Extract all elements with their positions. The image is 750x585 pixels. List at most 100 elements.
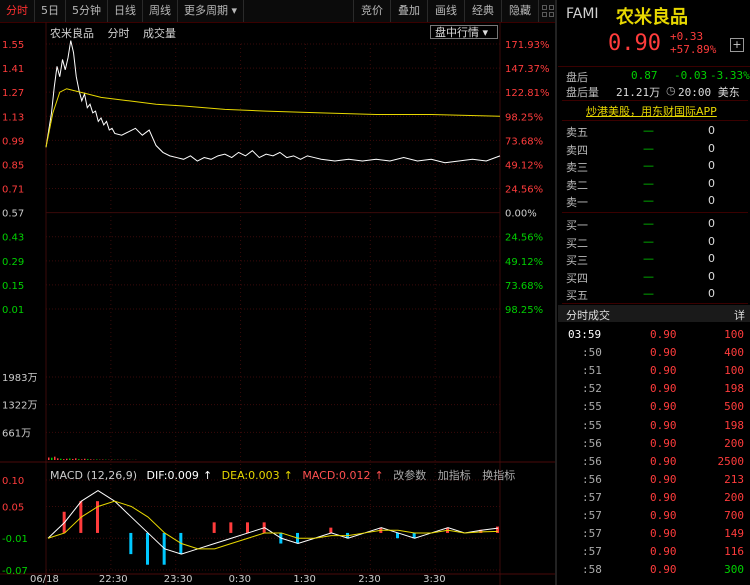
volume-bar [75,458,77,460]
trade-row: :57 0.90 116 [558,545,750,560]
buy-level-row[interactable]: 买五 — 0 [558,287,750,302]
volume-bar [57,458,59,460]
trades-detail-button[interactable]: 详 [734,307,745,323]
order-level-label: 买一 [566,219,588,232]
draw-line-button[interactable]: 画线 [427,0,464,22]
trade-time: :55 [582,418,602,432]
promo-link[interactable]: 炒港美股，用东财国际APP [586,103,717,119]
tab-more-periods[interactable]: 更多周期 ▾ [178,0,245,22]
trade-price: 0.90 [650,509,677,522]
tab-5min[interactable]: 5分钟 [66,0,108,22]
order-level-volume: 0 [708,269,715,283]
trade-time: :52 [582,382,602,396]
trade-volume: 100 [724,364,744,378]
percent-tick-label: 147.37% [505,64,550,75]
hide-button[interactable]: 隐藏 [501,0,538,22]
volume-bar [96,459,98,460]
order-level-label: 买二 [566,236,588,250]
dropdown-label: 盘中行情 [435,26,479,39]
macd-histogram-bar [146,532,149,565]
price-line [45,40,501,164]
panel-divider[interactable] [555,0,557,585]
trade-volume: 400 [724,346,744,360]
macd-header: MACD (12,26,9) DIF:0.009 ↑ DEA:0.003 ↑ MAC… [50,467,515,483]
macd-histogram-bar [229,522,233,533]
volume-bar [87,459,89,460]
macd-histogram-bar [129,532,133,555]
tab-daily[interactable]: 日线 [108,0,143,22]
price-tick-label: 0.71 [2,185,24,196]
sell-level-row[interactable]: 卖二 — 0 [558,177,750,192]
more-periods-label: 更多周期 [184,4,228,17]
market-session-dropdown[interactable]: 盘中行情 ▾ [430,25,498,39]
order-level-volume: 0 [708,287,715,300]
promo-banner[interactable]: 炒港美股，用东财国际APP [558,103,750,118]
trade-row: :57 0.90 200 [558,491,750,506]
order-level-price: — [643,159,654,172]
after-hours-pct: -3.33% [710,69,750,82]
trade-time: :58 [582,563,602,577]
chart-tab-timeshare[interactable]: 分时 [108,27,130,40]
trade-price: 0.90 [650,400,677,414]
sell-level-row[interactable]: 卖四 — 0 [558,142,750,157]
modify-param-button[interactable]: 改参数 [393,469,426,482]
chart-stock-name: 农米良品 [50,27,94,40]
trades-header: 分时成交 详 [558,305,750,322]
price-tick-label: 0.43 [2,233,24,244]
trade-volume: 116 [724,545,744,559]
price-tick-label: 0.57 [2,209,24,220]
bidding-button[interactable]: 竞价 [353,0,390,22]
plus-icon[interactable]: + [730,38,744,52]
order-level-price: — [643,234,654,248]
add-indicator-button[interactable]: 加指标 [438,469,471,482]
after-hours-time: 20:00 美东 [678,86,740,99]
last-price: 0.90 [608,31,661,56]
chart-tab-volume[interactable]: 成交量 [143,27,176,40]
volume-bar [72,458,74,460]
overlay-button[interactable]: 叠加 [390,0,427,22]
trade-row: 03:59 0.90 100 [558,328,750,343]
buy-level-row[interactable]: 买二 — 0 [558,235,750,250]
order-level-volume: 0 [708,217,715,230]
arrow-up-icon: ↑ [374,469,384,482]
trade-price: 0.90 [650,454,677,468]
trade-price: 0.90 [650,364,677,378]
volume-bar [66,458,68,460]
tab-5day[interactable]: 5日 [35,0,66,22]
trade-time: :56 [582,454,602,468]
volume-bar [81,459,83,460]
percent-tick-label: 171.93% [505,40,550,51]
buy-level-row[interactable]: 买三 — 0 [558,252,750,267]
order-level-label: 卖四 [566,143,588,157]
percent-tick-label: 49.12% [505,160,543,171]
volume-tick-label: 661万 [2,428,31,439]
order-level-volume: 0 [708,124,715,137]
trade-price: 0.90 [650,545,677,559]
intraday-chart[interactable]: 1.55 171.93% 1.41 147.37% 1.27 122.81% 1.13 98.… [0,22,557,585]
sell-level-row[interactable]: 卖一 — 0 [558,194,750,209]
classic-button[interactable]: 经典 [464,0,501,22]
tab-weekly[interactable]: 周线 [143,0,178,22]
order-level-label: 卖五 [566,126,588,139]
sell-level-row[interactable]: 卖三 — 0 [558,159,750,174]
tab-timeshare[interactable]: 分时 [0,0,35,22]
sell-level-row[interactable]: 卖五 — 0 [558,124,750,139]
volume-bar [48,457,50,460]
volume-bar [90,459,92,460]
order-level-price: — [643,269,654,283]
clock-icon: ◷ [666,84,676,97]
order-level-label: 卖三 [566,161,588,174]
price-change-pct: +57.89% [670,43,717,56]
macd-tick-label: 0.10 [2,476,24,487]
volume-bar [60,458,62,460]
order-level-volume: 0 [708,176,715,190]
time-tick-label: 0:30 [229,574,251,585]
trade-volume: 149 [724,527,744,541]
percent-tick-label: 24.56% [505,185,543,196]
trade-price: 0.90 [650,563,677,577]
period-toolbar: 分时 5日 5分钟 日线 周线 更多周期 ▾ 竞价 叠加 画线 经典 隐藏 [0,0,557,23]
buy-level-row[interactable]: 买一 — 0 [558,217,750,232]
switch-indicator-button[interactable]: 换指标 [482,469,515,482]
buy-level-row[interactable]: 买四 — 0 [558,270,750,285]
price-tick-label: 0.15 [2,281,24,292]
